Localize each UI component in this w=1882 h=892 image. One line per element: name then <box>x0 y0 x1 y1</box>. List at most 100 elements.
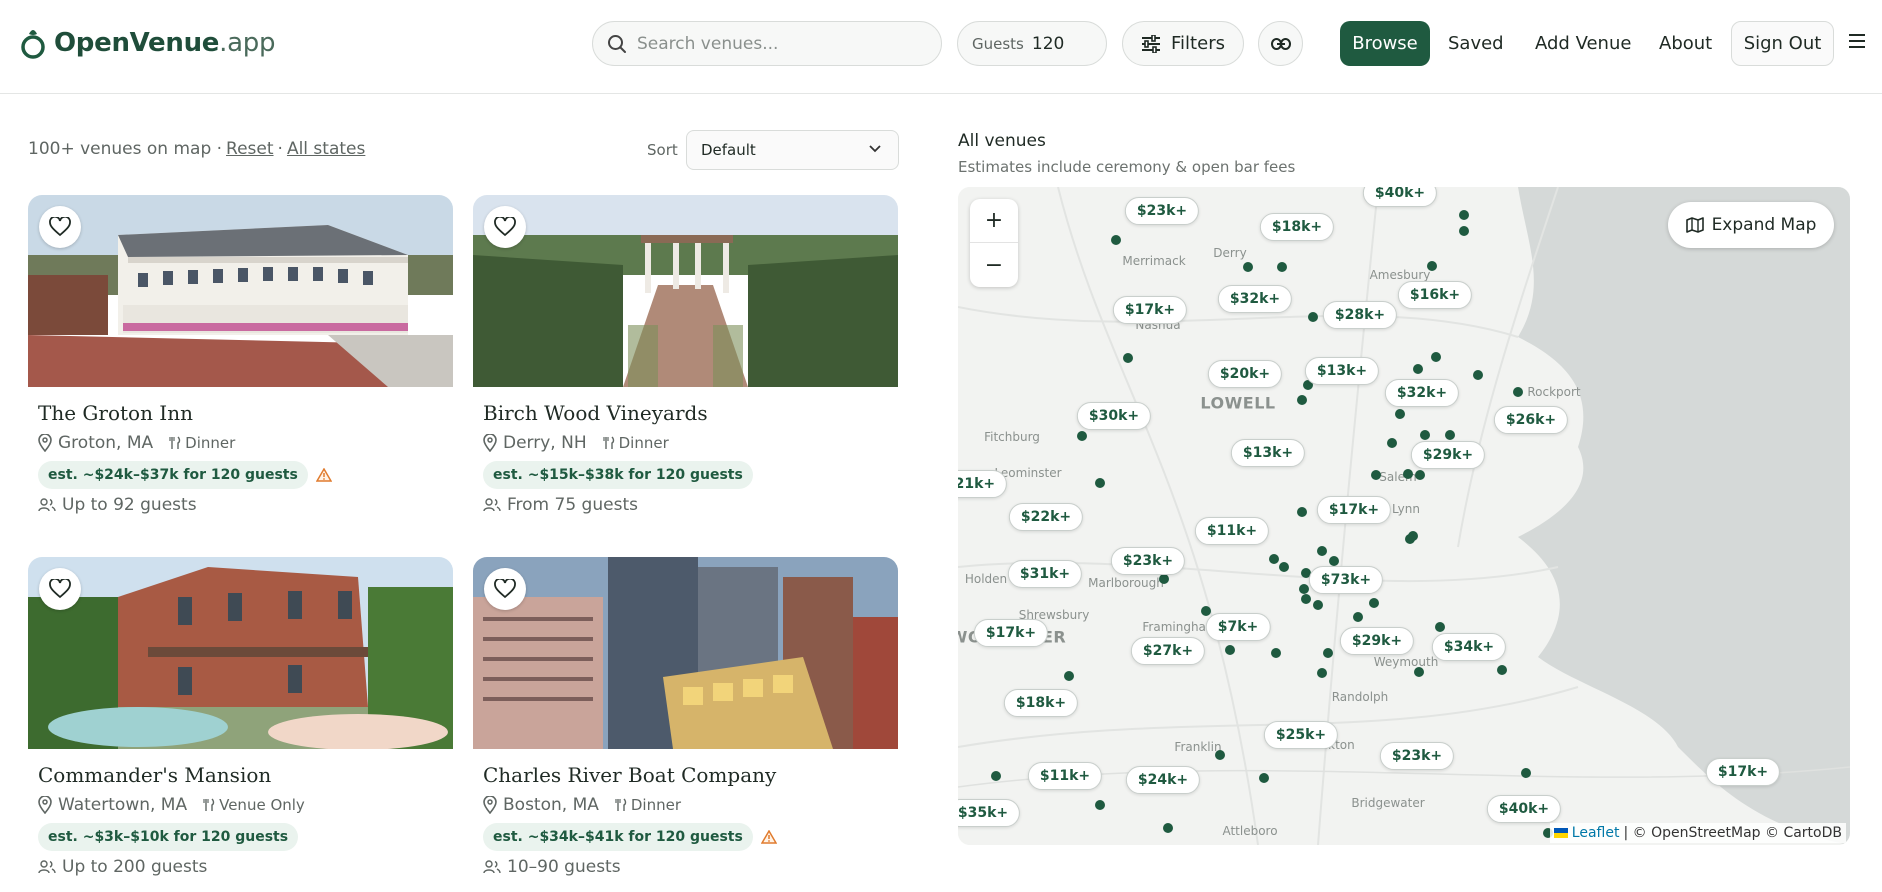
venue-dot[interactable] <box>1369 598 1379 608</box>
zoom-in-button[interactable]: + <box>970 199 1018 243</box>
venue-dot[interactable] <box>1317 546 1327 556</box>
sign-out-button[interactable]: Sign Out <box>1731 21 1834 66</box>
price-pin[interactable]: $40k+ <box>1362 187 1438 207</box>
price-pin[interactable]: $11k+ <box>1194 517 1270 545</box>
warning-icon[interactable] <box>315 468 332 482</box>
venue-dot[interactable] <box>1415 470 1425 480</box>
venue-dot[interactable] <box>1064 671 1074 681</box>
venue-dot[interactable] <box>1277 262 1287 272</box>
venue-photo[interactable] <box>473 195 898 387</box>
venue-dot[interactable] <box>991 771 1001 781</box>
venue-name[interactable]: Charles River Boat Company <box>483 763 898 787</box>
search-box[interactable] <box>592 21 942 66</box>
price-pin[interactable]: $25k+ <box>1263 721 1339 749</box>
venue-dot[interactable] <box>1413 364 1423 374</box>
venue-dot[interactable] <box>1435 622 1445 632</box>
venue-dot[interactable] <box>1259 773 1269 783</box>
venue-dot[interactable] <box>1387 438 1397 448</box>
venue-card[interactable]: Birch Wood Vineyards Derry, NH Dinner es… <box>473 195 898 515</box>
venue-dot[interactable] <box>1445 430 1455 440</box>
venue-name[interactable]: Commander's Mansion <box>38 763 453 787</box>
nav-add-venue[interactable]: Add Venue <box>1535 21 1631 66</box>
venue-dot[interactable] <box>1371 470 1381 480</box>
venue-dot[interactable] <box>1077 431 1087 441</box>
venue-name[interactable]: Birch Wood Vineyards <box>483 401 898 425</box>
price-pin[interactable]: $18k+ <box>1259 213 1335 241</box>
venue-dot[interactable] <box>1269 554 1279 564</box>
venue-dot[interactable] <box>1353 612 1363 622</box>
guests-field[interactable]: Guests 120 <box>957 21 1107 66</box>
price-pin[interactable]: $30k+ <box>1076 402 1152 430</box>
venue-dot[interactable] <box>1497 665 1507 675</box>
leaflet-link[interactable]: Leaflet <box>1572 825 1620 841</box>
venue-photo[interactable] <box>28 195 453 387</box>
nav-about[interactable]: About <box>1659 21 1712 66</box>
price-pin[interactable]: $27k+ <box>1130 637 1206 665</box>
reset-link[interactable]: Reset <box>226 139 274 159</box>
venue-dot[interactable] <box>1431 352 1441 362</box>
venue-dot[interactable] <box>1308 312 1318 322</box>
venue-dot[interactable] <box>1111 235 1121 245</box>
price-pin[interactable]: $26k+ <box>1493 406 1569 434</box>
venue-dot[interactable] <box>1521 768 1531 778</box>
venue-dot[interactable] <box>1271 648 1281 658</box>
venue-dot[interactable] <box>1313 600 1323 610</box>
price-pin[interactable]: $23k+ <box>1124 197 1200 225</box>
price-pin[interactable]: $32k+ <box>1384 379 1460 407</box>
venue-name[interactable]: The Groton Inn <box>38 401 453 425</box>
price-pin[interactable]: $11k+ <box>1027 762 1103 790</box>
price-pin[interactable]: $18k+ <box>1003 689 1079 717</box>
price-pin[interactable]: $40k+ <box>1486 795 1562 823</box>
venue-dot[interactable] <box>1459 226 1469 236</box>
price-pin[interactable]: $22k+ <box>1008 503 1084 531</box>
venue-dot[interactable] <box>1225 645 1235 655</box>
sort-select[interactable]: Default <box>686 130 899 170</box>
nav-browse[interactable]: Browse <box>1340 21 1430 66</box>
favorite-button[interactable] <box>484 568 526 610</box>
venue-dot[interactable] <box>1297 507 1307 517</box>
venue-dot[interactable] <box>1317 668 1327 678</box>
price-pin[interactable]: $17k+ <box>1316 496 1392 524</box>
venue-dot[interactable] <box>1395 409 1405 419</box>
price-pin[interactable]: $35k+ <box>958 799 1021 827</box>
price-pin[interactable]: $32k+ <box>1217 285 1293 313</box>
price-pin[interactable]: $13k+ <box>1230 439 1306 467</box>
favorite-button[interactable] <box>39 568 81 610</box>
venue-photo[interactable] <box>28 557 453 749</box>
venue-dot[interactable] <box>1123 353 1133 363</box>
hamburger-menu-icon[interactable] <box>1848 33 1866 49</box>
venue-dot[interactable] <box>1414 667 1424 677</box>
venue-dot[interactable] <box>1513 387 1523 397</box>
price-pin[interactable]: $7k+ <box>1205 613 1271 641</box>
venue-dot[interactable] <box>1473 370 1483 380</box>
venue-dot[interactable] <box>1297 395 1307 405</box>
venue-dot[interactable] <box>1163 823 1173 833</box>
nav-saved[interactable]: Saved <box>1448 21 1504 66</box>
venue-dot[interactable] <box>1279 562 1289 572</box>
filters-button[interactable]: Filters <box>1122 21 1244 66</box>
venue-photo[interactable] <box>473 557 898 749</box>
price-pin[interactable]: $34k+ <box>1431 633 1507 661</box>
price-pin[interactable]: $13k+ <box>1304 357 1380 385</box>
venue-map[interactable]: Merrimack Derry Amesbury Nashua LOWELL F… <box>958 187 1850 845</box>
venue-dot[interactable] <box>1095 800 1105 810</box>
venue-dot[interactable] <box>1095 478 1105 488</box>
venue-dot[interactable] <box>1323 648 1333 658</box>
all-states-link[interactable]: All states <box>287 139 365 159</box>
logo[interactable]: OpenVenue.app <box>20 26 275 60</box>
price-pin[interactable]: $17k+ <box>973 619 1049 647</box>
expand-map-button[interactable]: Expand Map <box>1668 202 1834 248</box>
guests-value[interactable]: 120 <box>1032 34 1064 54</box>
price-pin[interactable]: $21k+ <box>958 470 1008 498</box>
price-pin[interactable]: $17k+ <box>1112 296 1188 324</box>
price-pin[interactable]: $23k+ <box>1379 742 1455 770</box>
venue-dot[interactable] <box>1243 262 1253 272</box>
price-pin[interactable]: $31k+ <box>1007 560 1083 588</box>
venue-dot[interactable] <box>1403 469 1413 479</box>
price-pin[interactable]: $20k+ <box>1207 360 1283 388</box>
venue-dot[interactable] <box>1405 534 1415 544</box>
price-pin[interactable]: $29k+ <box>1410 441 1486 469</box>
venue-dot[interactable] <box>1329 556 1339 566</box>
price-pin[interactable]: $17k+ <box>1705 758 1781 786</box>
price-pin[interactable]: $23k+ <box>1110 547 1186 575</box>
